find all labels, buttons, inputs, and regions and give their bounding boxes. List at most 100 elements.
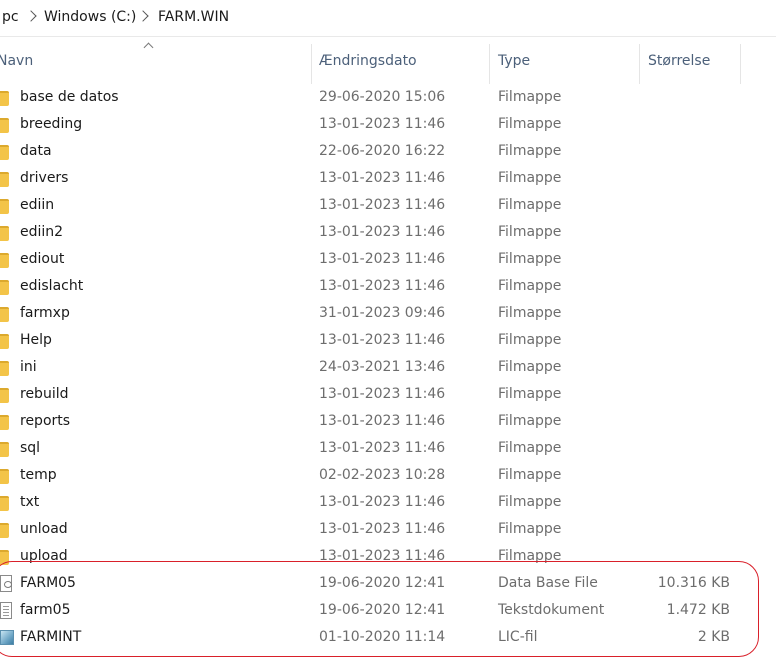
text-document-icon (0, 602, 12, 619)
file-name: ediin2 (20, 224, 64, 240)
file-row[interactable]: FARM05 19-06-2020 12:41 Data Base File 10.3… (0, 571, 776, 598)
column-header-date[interactable]: Ændringsdato (319, 53, 417, 69)
file-date: 13-01-2023 11:46 (319, 251, 446, 267)
folder-icon (0, 334, 9, 349)
file-name: farm05 (20, 602, 71, 618)
file-size: 2 KB (697, 629, 730, 645)
file-row[interactable]: unload 13-01-2023 11:46 Filmappe (0, 517, 776, 544)
file-date: 31-01-2023 09:46 (319, 305, 446, 321)
file-size: 10.316 KB (657, 575, 730, 591)
file-name: unload (20, 521, 68, 537)
file-date: 13-01-2023 11:46 (319, 170, 446, 186)
file-date: 13-01-2023 11:46 (319, 413, 446, 429)
folder-icon (0, 442, 9, 457)
folder-icon (0, 388, 9, 403)
file-type: LIC-fil (498, 629, 538, 645)
file-row[interactable]: farmxp 31-01-2023 09:46 Filmappe (0, 301, 776, 328)
file-date: 13-01-2023 11:46 (319, 521, 446, 537)
breadcrumb-item-folder[interactable]: FARM.WIN (158, 9, 229, 25)
file-date: 13-01-2023 11:46 (319, 197, 446, 213)
column-header-size[interactable]: Størrelse (648, 53, 710, 69)
column-divider[interactable] (639, 44, 640, 84)
file-name: ediin (20, 197, 55, 213)
file-row[interactable]: temp 02-02-2023 10:28 Filmappe (0, 463, 776, 490)
file-name: Help (20, 332, 52, 348)
file-date: 13-01-2023 11:46 (319, 548, 446, 564)
file-type: Filmappe (498, 305, 562, 321)
folder-icon (0, 307, 9, 322)
column-header-row: Navn Ændringsdato Type Størrelse (0, 36, 776, 86)
file-row[interactable]: breeding 13-01-2023 11:46 Filmappe (0, 112, 776, 139)
file-type: Filmappe (498, 494, 562, 510)
file-type: Filmappe (498, 143, 562, 159)
file-row[interactable]: sql 13-01-2023 11:46 Filmappe (0, 436, 776, 463)
breadcrumb-separator-icon (137, 10, 149, 22)
column-header-name[interactable]: Navn (0, 53, 33, 69)
file-name: FARMINT (20, 629, 82, 645)
file-date: 24-03-2021 13:46 (319, 359, 446, 375)
file-type: Filmappe (498, 332, 562, 348)
column-divider[interactable] (489, 44, 490, 84)
file-row[interactable]: upload 13-01-2023 11:46 Filmappe (0, 544, 776, 571)
file-type: Filmappe (498, 359, 562, 375)
sort-ascending-icon (143, 42, 154, 53)
file-type: Filmappe (498, 224, 562, 240)
file-row[interactable]: ediin 13-01-2023 11:46 Filmappe (0, 193, 776, 220)
breadcrumb-item-drive[interactable]: Windows (C:) (44, 9, 136, 25)
breadcrumb-item-pc[interactable]: pc (2, 9, 19, 25)
file-name: sql (20, 440, 41, 456)
file-name: base de datos (20, 89, 119, 105)
file-date: 01-10-2020 11:14 (319, 629, 446, 645)
license-file-icon (0, 630, 14, 645)
file-type: Filmappe (498, 197, 562, 213)
file-type: Filmappe (498, 548, 562, 564)
file-row[interactable]: Help 13-01-2023 11:46 Filmappe (0, 328, 776, 355)
folder-icon (0, 361, 9, 376)
file-name: txt (20, 494, 40, 510)
file-size: 1.472 KB (666, 602, 730, 618)
file-date: 19-06-2020 12:41 (319, 575, 446, 591)
file-type: Filmappe (498, 170, 562, 186)
folder-icon (0, 469, 9, 484)
file-name: FARM05 (20, 575, 76, 591)
file-type: Filmappe (498, 386, 562, 402)
folder-icon (0, 91, 9, 106)
file-date: 13-01-2023 11:46 (319, 116, 446, 132)
file-type: Filmappe (498, 521, 562, 537)
file-name: farmxp (20, 305, 70, 321)
file-date: 29-06-2020 15:06 (319, 89, 446, 105)
column-divider[interactable] (311, 44, 312, 84)
file-name: edislacht (20, 278, 84, 294)
file-date: 13-01-2023 11:46 (319, 440, 446, 456)
file-date: 19-06-2020 12:41 (319, 602, 446, 618)
file-row[interactable]: drivers 13-01-2023 11:46 Filmappe (0, 166, 776, 193)
file-row[interactable]: ediout 13-01-2023 11:46 Filmappe (0, 247, 776, 274)
file-row[interactable]: FARMINT 01-10-2020 11:14 LIC-fil 2 KB (0, 625, 776, 652)
folder-icon (0, 415, 9, 430)
file-row[interactable]: farm05 19-06-2020 12:41 Tekstdokument 1.472… (0, 598, 776, 625)
file-name: reports (20, 413, 71, 429)
folder-icon (0, 523, 9, 538)
file-row[interactable]: reports 13-01-2023 11:46 Filmappe (0, 409, 776, 436)
file-row[interactable]: base de datos 29-06-2020 15:06 Filmappe (0, 85, 776, 112)
file-row[interactable]: ini 24-03-2021 13:46 Filmappe (0, 355, 776, 382)
file-date: 13-01-2023 11:46 (319, 332, 446, 348)
file-row[interactable]: rebuild 13-01-2023 11:46 Filmappe (0, 382, 776, 409)
database-file-icon (0, 575, 12, 592)
column-divider[interactable] (740, 44, 741, 84)
folder-icon (0, 145, 9, 160)
file-type: Filmappe (498, 89, 562, 105)
file-name: rebuild (20, 386, 69, 402)
file-type: Filmappe (498, 413, 562, 429)
file-explorer: pc Windows (C:) FARM.WIN Navn Ændringsda… (0, 0, 776, 667)
folder-icon (0, 118, 9, 133)
file-date: 02-02-2023 10:28 (319, 467, 446, 483)
file-row[interactable]: data 22-06-2020 16:22 Filmappe (0, 139, 776, 166)
column-header-type[interactable]: Type (498, 53, 530, 69)
folder-icon (0, 550, 9, 565)
file-row[interactable]: txt 13-01-2023 11:46 Filmappe (0, 490, 776, 517)
folder-icon (0, 226, 9, 241)
file-name: ediout (20, 251, 65, 267)
file-row[interactable]: ediin2 13-01-2023 11:46 Filmappe (0, 220, 776, 247)
file-row[interactable]: edislacht 13-01-2023 11:46 Filmappe (0, 274, 776, 301)
